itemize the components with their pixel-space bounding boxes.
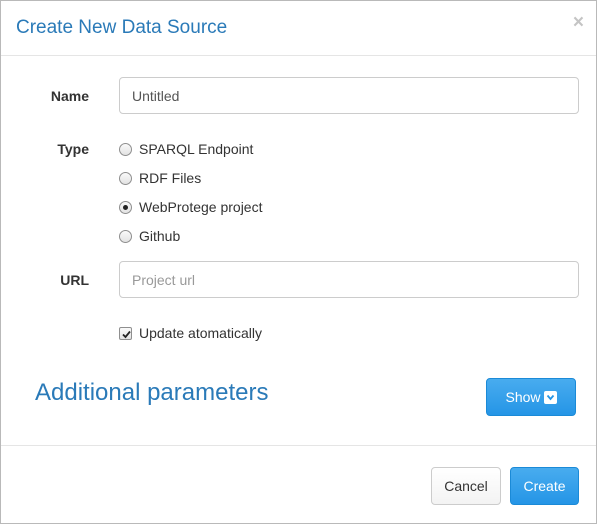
radio-label: RDF Files	[139, 170, 202, 186]
radio-button-checked[interactable]	[119, 200, 132, 214]
checkmark-icon	[122, 330, 131, 338]
type-label: Type	[57, 141, 89, 157]
radio-label: Github	[139, 228, 181, 244]
auto-update-label: Update atomatically	[139, 325, 262, 341]
url-input[interactable]	[119, 261, 579, 298]
radio-github[interactable]: Github	[119, 226, 180, 246]
dialog-header: Create New Data Source ×	[1, 1, 596, 56]
auto-update-checkbox-row[interactable]: Update atomatically	[119, 323, 262, 343]
auto-update-checkbox[interactable]	[119, 326, 132, 340]
show-parameters-button[interactable]: Show	[486, 378, 576, 416]
close-icon[interactable]: ×	[573, 13, 584, 32]
url-label: URL	[60, 272, 89, 288]
radio-button[interactable]	[119, 142, 132, 156]
radio-label: SPARQL Endpoint	[139, 141, 254, 157]
chevron-down-icon	[543, 390, 557, 404]
name-label: Name	[50, 88, 89, 104]
create-button[interactable]: Create	[510, 467, 579, 505]
additional-parameters-heading: Additional parameters	[35, 379, 269, 406]
create-data-source-dialog: Create New Data Source × Name Type SPARQ…	[0, 0, 597, 524]
dialog-title: Create New Data Source	[16, 17, 228, 38]
dialog-footer	[1, 445, 596, 523]
radio-rdf-files[interactable]: RDF Files	[119, 168, 201, 188]
cancel-button[interactable]: Cancel	[431, 467, 501, 505]
radio-button[interactable]	[119, 171, 132, 185]
radio-webprotege-project[interactable]: WebProtege project	[119, 197, 262, 217]
radio-button[interactable]	[119, 229, 132, 243]
radio-sparql-endpoint[interactable]: SPARQL Endpoint	[119, 139, 253, 159]
show-button-label: Show	[505, 389, 541, 405]
name-input[interactable]	[119, 77, 579, 114]
radio-label: WebProtege project	[139, 199, 263, 215]
